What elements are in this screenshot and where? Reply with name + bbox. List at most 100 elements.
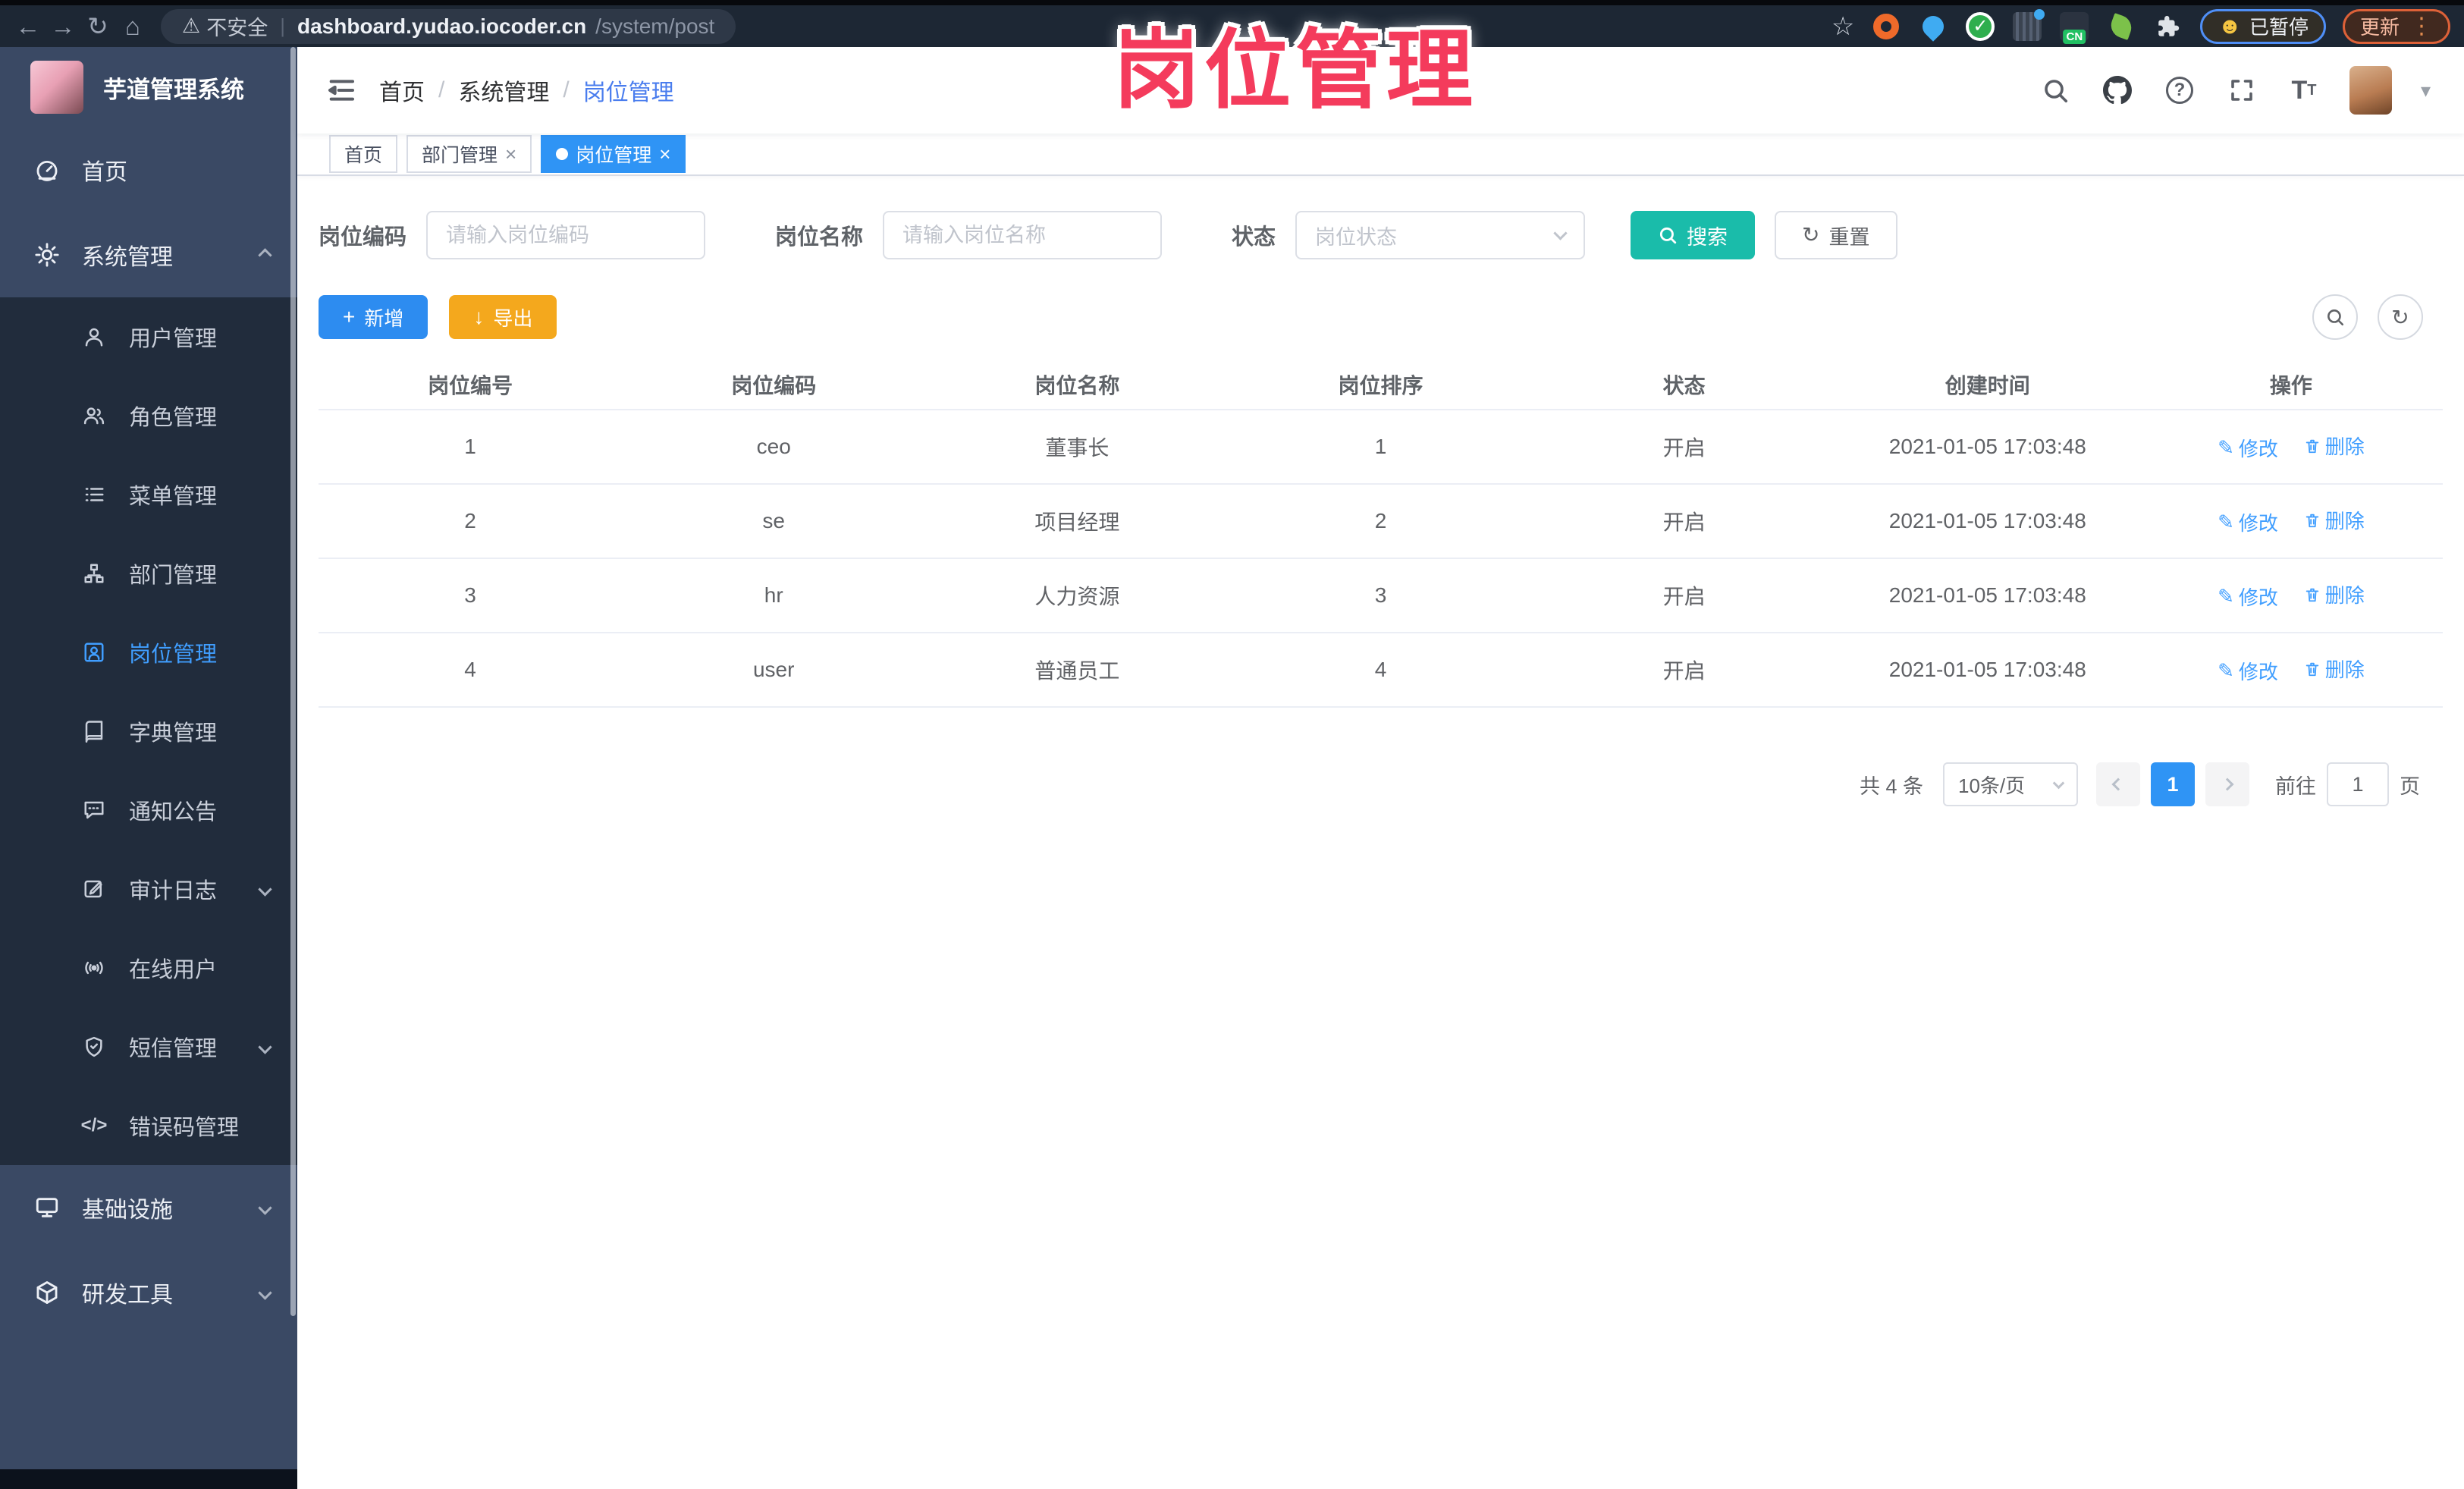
col-post-name: 岗位名称	[925, 360, 1229, 410]
recorder-paused-pill[interactable]: ☻ 已暂停	[2200, 8, 2326, 44]
search-button[interactable]: 搜索	[1631, 211, 1756, 259]
breadcrumb-current[interactable]: 岗位管理	[583, 74, 674, 107]
address-bar[interactable]: ⚠ 不安全 | dashboard.yudao.iocoder.cn /syste…	[161, 8, 736, 44]
log-edit-icon	[79, 878, 109, 900]
breadcrumb-system[interactable]: 系统管理	[458, 74, 549, 107]
sidebar-item-error-codes[interactable]: </> 错误码管理	[0, 1086, 297, 1165]
delete-link[interactable]: 删除	[2304, 506, 2365, 534]
extensions-puzzle-icon[interactable]	[2153, 11, 2183, 42]
update-button[interactable]: 更新 ⋮	[2342, 8, 2450, 44]
sidebar-item-notices[interactable]: 通知公告	[0, 771, 297, 850]
sidebar-item-online-users[interactable]: 在线用户	[0, 928, 297, 1007]
sidebar-item-departments[interactable]: 部门管理	[0, 534, 297, 613]
status-select[interactable]: 岗位状态	[1295, 211, 1586, 259]
browser-menu-kebab-icon[interactable]: ⋮	[2410, 13, 2433, 39]
emoji-face-icon: ☻	[2218, 13, 2242, 39]
add-button[interactable]: + 新增	[319, 295, 428, 339]
sidebar-item-posts[interactable]: 岗位管理	[0, 613, 297, 692]
breadcrumb-separator: /	[438, 77, 445, 102]
code-icon: </>	[80, 1115, 108, 1136]
sidebar-item-infrastructure[interactable]: 基础设施	[0, 1165, 297, 1250]
extension-leaf-icon[interactable]	[2106, 11, 2136, 42]
delete-link[interactable]: 删除	[2304, 655, 2365, 683]
monitor-icon	[32, 1195, 62, 1220]
posts-table: 岗位编号 岗位编码 岗位名称 岗位排序 状态 创建时间 操作 1 ceo 董事长…	[319, 360, 2443, 708]
extension-green-check-icon[interactable]: ✓	[1965, 11, 1995, 42]
search-icon[interactable]	[2039, 74, 2072, 107]
user-avatar[interactable]	[2349, 66, 2392, 115]
export-button[interactable]: ↓ 导出	[449, 295, 557, 339]
avatar-caret-down-icon[interactable]: ▾	[2421, 79, 2431, 102]
breadcrumb-home[interactable]: 首页	[379, 74, 425, 107]
github-icon[interactable]	[2101, 74, 2134, 107]
sidebar-item-audit-log[interactable]: 审计日志	[0, 850, 297, 928]
edit-link[interactable]: ✎ 修改	[2218, 583, 2278, 611]
sidebar-item-roles[interactable]: 角色管理	[0, 376, 297, 455]
download-icon: ↓	[473, 305, 485, 328]
security-warning[interactable]: ⚠ 不安全	[182, 11, 268, 41]
edit-link[interactable]: ✎ 修改	[2218, 508, 2278, 536]
browser-back-icon[interactable]: ←	[11, 9, 46, 44]
tab-posts-active[interactable]: 岗位管理 ×	[541, 135, 686, 173]
sidebar-fold-icon[interactable]	[320, 69, 363, 112]
prev-page-button[interactable]	[2096, 762, 2140, 806]
fullscreen-icon[interactable]	[2225, 74, 2258, 107]
chevron-up-icon	[258, 247, 272, 262]
sidebar-item-home[interactable]: 首页	[0, 127, 297, 212]
close-icon[interactable]: ×	[659, 143, 670, 166]
table-row: 4 user 普通员工 4 开启 2021-01-05 17:03:48 ✎ 修改…	[319, 633, 2443, 708]
extension-pin-icon[interactable]	[1918, 11, 1949, 42]
sidebar-item-menus[interactable]: 菜单管理	[0, 455, 297, 534]
status-text: 开启	[1532, 410, 1836, 485]
goto-page-input[interactable]	[2327, 762, 2389, 806]
sidebar-bottom-edge	[0, 1469, 297, 1489]
total-count: 共 4 条	[1859, 774, 1923, 798]
font-size-icon[interactable]: TT	[2287, 74, 2321, 107]
extension-columns-icon[interactable]	[2012, 8, 2045, 42]
online-signal-icon	[79, 957, 109, 979]
list-icon	[79, 483, 109, 506]
tab-departments[interactable]: 部门管理 ×	[406, 135, 532, 173]
tab-home[interactable]: 首页	[329, 135, 398, 173]
bookmark-star-icon[interactable]: ☆	[1832, 11, 1854, 42]
plus-icon: +	[343, 305, 356, 328]
edit-link[interactable]: ✎ 修改	[2218, 434, 2278, 462]
sidebar-scrollbar[interactable]	[290, 47, 296, 1316]
delete-link[interactable]: 删除	[2304, 580, 2365, 608]
sidebar-item-system[interactable]: 系统管理	[0, 212, 297, 297]
page-number-active[interactable]: 1	[2151, 762, 2195, 806]
browser-reload-icon[interactable]: ↻	[80, 9, 115, 44]
navbar: 首页 / 系统管理 / 岗位管理 ? TT ▾	[297, 47, 2464, 134]
edit-icon: ✎	[2218, 435, 2234, 459]
goto-label: 前往	[2275, 774, 2316, 798]
browser-forward-icon[interactable]: →	[46, 9, 80, 44]
warning-icon: ⚠	[182, 14, 201, 37]
trash-icon	[2305, 514, 2318, 527]
browser-home-icon[interactable]: ⌂	[115, 9, 150, 44]
edit-link[interactable]: ✎ 修改	[2218, 657, 2278, 685]
post-name-input[interactable]	[883, 211, 1163, 259]
refresh-table-button[interactable]: ↻	[2378, 294, 2423, 340]
post-name-label: 岗位名称	[775, 225, 864, 250]
delete-link[interactable]: 删除	[2304, 432, 2365, 460]
app-logo-row[interactable]: 芋道管理系统	[0, 47, 297, 127]
col-post-sort: 岗位排序	[1229, 360, 1533, 410]
reset-button[interactable]: ↻ 重置	[1775, 211, 1897, 259]
sidebar-item-dev-tools[interactable]: 研发工具	[0, 1250, 297, 1335]
status-text: 开启	[1532, 558, 1836, 633]
sidebar-item-sms[interactable]: 短信管理	[0, 1007, 297, 1086]
chevron-down-icon	[1553, 225, 1568, 240]
col-created: 创建时间	[1835, 360, 2139, 410]
toggle-search-button[interactable]	[2312, 294, 2358, 340]
extension-cn-translate-icon[interactable]: CN	[2059, 11, 2089, 44]
trash-icon	[2305, 588, 2318, 602]
post-code-input[interactable]	[426, 211, 706, 259]
sidebar-item-dictionary[interactable]: 字典管理	[0, 692, 297, 771]
next-page-button[interactable]	[2205, 762, 2249, 806]
close-icon[interactable]: ×	[505, 143, 516, 166]
sidebar-item-users[interactable]: 用户管理	[0, 297, 297, 376]
table-row: 2 se 项目经理 2 开启 2021-01-05 17:03:48 ✎ 修改 删…	[319, 484, 2443, 559]
page-size-select[interactable]: 10条/页	[1943, 762, 2078, 806]
extension-orange-ring-icon[interactable]	[1871, 11, 1901, 42]
help-icon[interactable]: ?	[2163, 74, 2196, 107]
